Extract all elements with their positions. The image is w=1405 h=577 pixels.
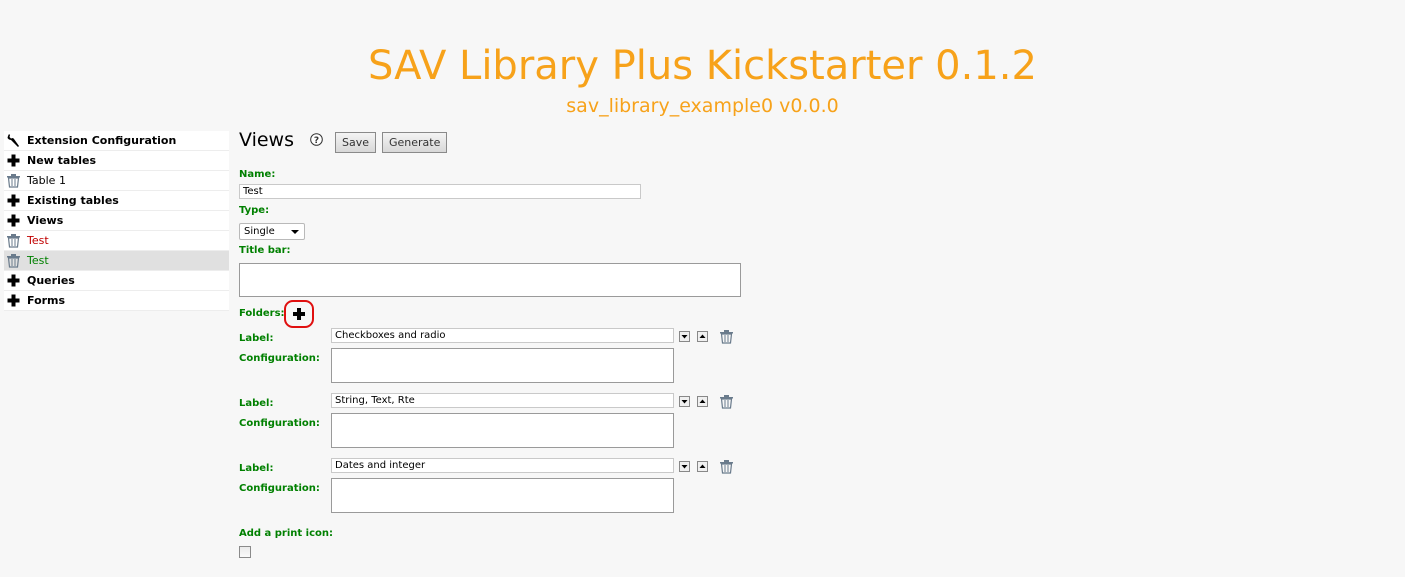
move-down-button[interactable] [679, 331, 690, 342]
move-down-button[interactable] [679, 461, 690, 472]
folder-config-caption: Configuration: [239, 418, 320, 429]
name-input[interactable]: Test [239, 184, 641, 199]
sidebar-item-new-tables[interactable]: New tables [4, 151, 229, 171]
page-title: Views [239, 129, 294, 151]
sidebar-item-label: Existing tables [27, 194, 119, 207]
type-select[interactable]: Single [239, 223, 305, 240]
chevron-down-icon [291, 230, 299, 234]
sidebar-item-existing-tables[interactable]: Existing tables [4, 191, 229, 211]
arrow-down-icon [681, 335, 688, 339]
plus-icon [7, 294, 20, 307]
sidebar-item-table-1[interactable]: Table 1 [4, 171, 229, 191]
trash-icon[interactable] [6, 233, 21, 248]
title-bar-label: Title bar: [239, 245, 291, 256]
plus-icon [7, 194, 20, 207]
sidebar-item-label: Views [27, 214, 64, 227]
folder-config-caption: Configuration: [239, 483, 320, 494]
type-label: Type: [239, 205, 270, 216]
move-up-button[interactable] [697, 331, 708, 342]
arrow-up-icon [699, 334, 706, 338]
move-down-button[interactable] [679, 396, 690, 407]
folder-label-input[interactable]: String, Text, Rte [331, 393, 674, 408]
plus-icon [7, 274, 20, 287]
title-bar-textarea[interactable] [239, 263, 741, 297]
sidebar-item-label: Test [27, 254, 49, 267]
move-up-button[interactable] [697, 461, 708, 472]
svg-text:?: ? [314, 136, 319, 146]
type-select-value: Single [244, 226, 275, 237]
name-label: Name: [239, 169, 276, 180]
sidebar-item-view-test-selected[interactable]: Test [4, 251, 229, 271]
sidebar-item-label: Test [27, 234, 49, 247]
sidebar-item-forms[interactable]: Forms [4, 291, 229, 311]
sidebar-item-views[interactable]: Views [4, 211, 229, 231]
save-button[interactable]: Save [335, 132, 377, 153]
move-up-button[interactable] [697, 396, 708, 407]
folder-config-textarea[interactable] [331, 413, 674, 448]
folder-label-caption: Label: [239, 463, 274, 474]
sidebar-item-label: Extension Configuration [27, 134, 177, 147]
trash-icon[interactable] [6, 253, 21, 268]
folder-label-caption: Label: [239, 333, 274, 344]
plus-icon [7, 214, 20, 227]
sidebar-item-queries[interactable]: Queries [4, 271, 229, 291]
print-icon-label: Add a print icon: [239, 528, 334, 539]
generate-button[interactable]: Generate [382, 132, 448, 153]
trash-icon[interactable] [719, 459, 734, 474]
trash-icon[interactable] [6, 173, 21, 188]
folder-config-caption: Configuration: [239, 353, 320, 364]
folders-label: Folders: [239, 308, 285, 319]
folder-config-textarea[interactable] [331, 478, 674, 513]
sidebar-item-label: New tables [27, 154, 96, 167]
sidebar-item-extension-configuration[interactable]: Extension Configuration [4, 131, 229, 151]
trash-icon[interactable] [719, 394, 734, 409]
folder-label-caption: Label: [239, 398, 274, 409]
arrow-up-icon [699, 399, 706, 403]
sidebar-item-label: Forms [27, 294, 66, 307]
help-icon[interactable]: ? [310, 133, 323, 146]
print-icon-checkbox[interactable] [239, 546, 251, 558]
sidebar-item-label: Queries [27, 274, 75, 287]
sidebar-item-view-test[interactable]: Test [4, 231, 229, 251]
app-title: SAV Library Plus Kickstarter 0.1.2 [368, 43, 1037, 89]
folder-label-input[interactable]: Checkboxes and radio [331, 328, 674, 343]
arrow-down-icon [681, 465, 688, 469]
add-folder-highlight[interactable] [284, 300, 314, 328]
trash-icon[interactable] [719, 329, 734, 344]
folder-label-input[interactable]: Dates and integer [331, 458, 674, 473]
extension-subtitle: sav_library_example0 v0.0.0 [566, 95, 839, 117]
sidebar-item-label: Table 1 [27, 174, 66, 187]
wrench-icon [7, 134, 19, 147]
plus-icon [7, 154, 20, 167]
plus-icon[interactable] [292, 307, 306, 321]
arrow-up-icon [699, 464, 706, 468]
folder-config-textarea[interactable] [331, 348, 674, 383]
sidebar: Extension Configuration New tables Table… [4, 131, 229, 311]
arrow-down-icon [681, 400, 688, 404]
